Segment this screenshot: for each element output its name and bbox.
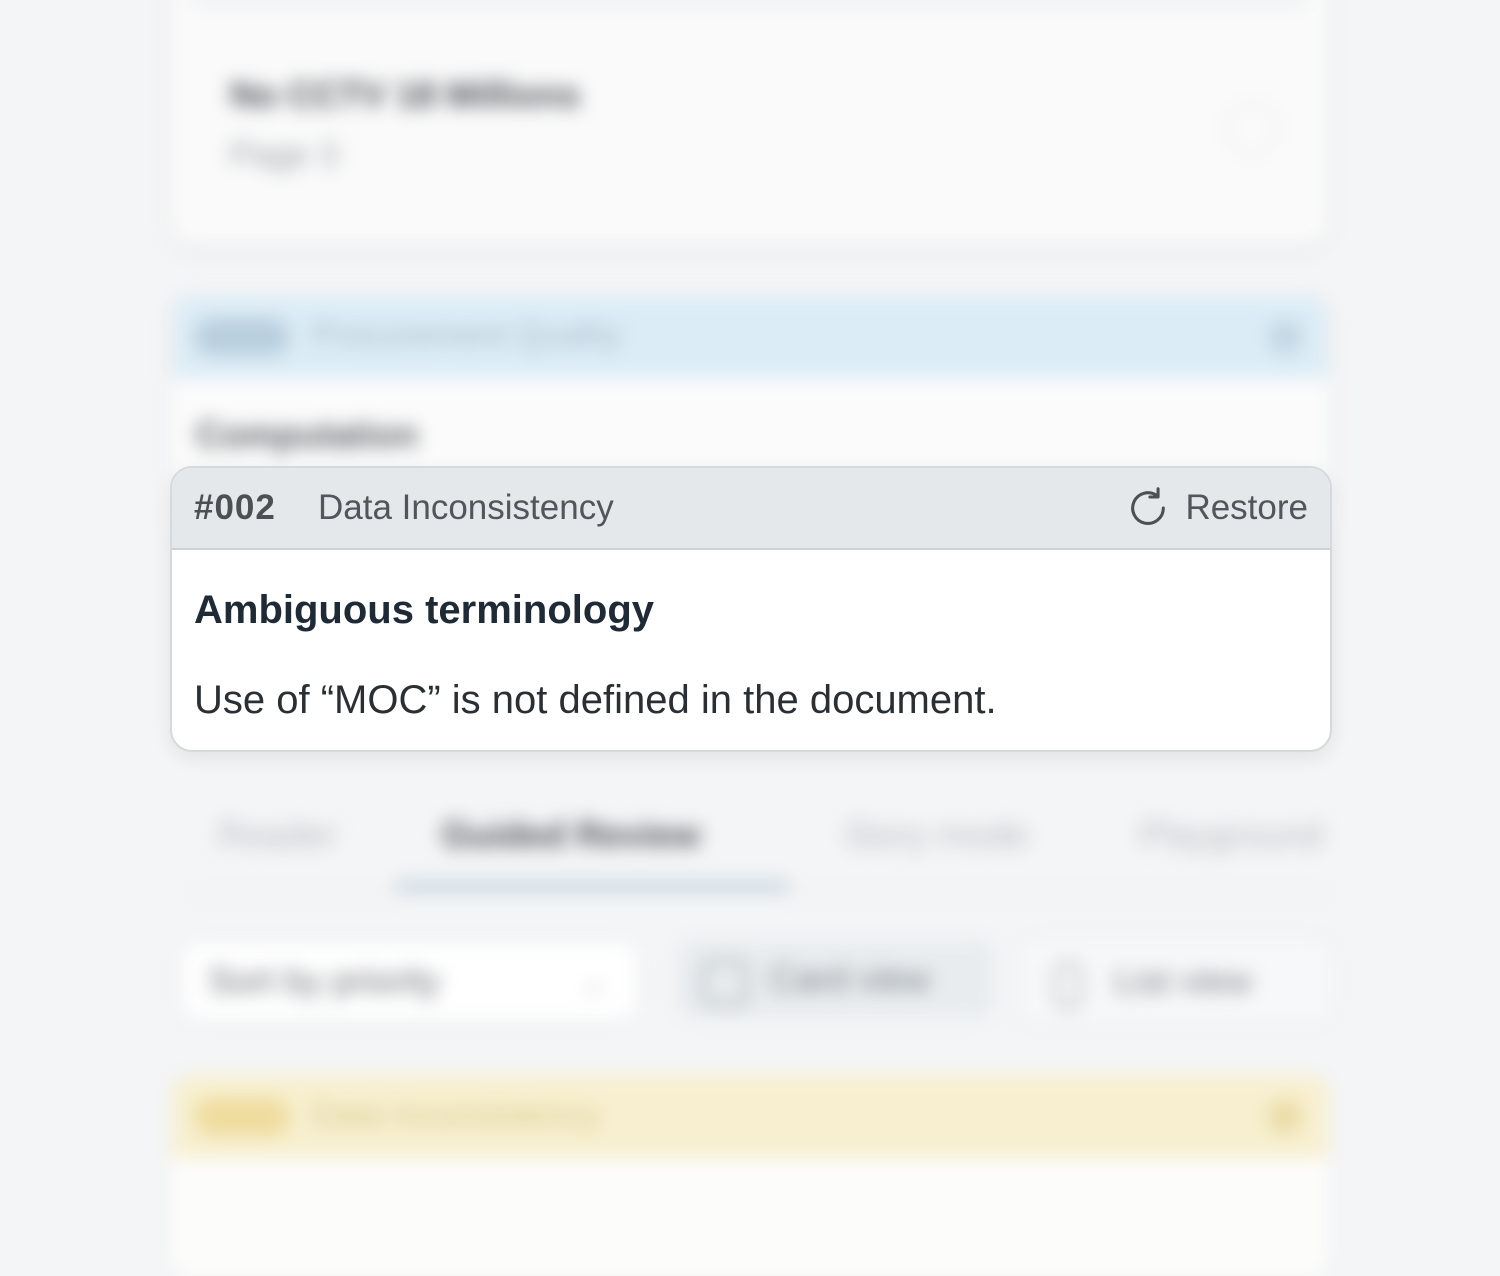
document-page: Page 3 [230,136,338,174]
tab-reader[interactable]: Reader [218,814,336,856]
tab-guided-review[interactable]: Guided Review [442,814,700,856]
restore-button[interactable]: Restore [1125,484,1308,532]
list-view-button[interactable]: List view [1020,940,1332,1022]
document-select-circle-icon[interactable] [1225,102,1279,156]
refresh-icon [1131,487,1166,525]
tab-playground[interactable]: Playground [1140,814,1322,856]
info-icon[interactable] [1268,320,1302,354]
issue-section-title: Computation [196,414,418,455]
document-title: No CCTV 18 Millions [230,74,581,115]
sort-select[interactable]: Sort by priority ⌄ [182,942,638,1020]
list-view-icon [1054,962,1082,1008]
card-view-button[interactable]: Card view [678,940,994,1018]
issue-card-header: #002 Data Inconsistency Restore [172,468,1330,550]
issue-id: #002 [194,488,276,527]
issue-description: Use of “MOC” is not defined in the docum… [194,678,997,722]
list-view-label: List view [1114,960,1253,1001]
issue-card-header: Procurement Quality [172,296,1328,378]
chevron-down-icon: ⌄ [582,967,606,998]
tab-story-mode[interactable]: Story mode [844,814,1028,856]
dismissed-issue-card: #002 Data Inconsistency Restore Ambiguou… [170,466,1332,752]
issue-category: Data Inconsistency [312,1096,600,1134]
document-card-strip [192,0,1308,6]
info-icon[interactable] [1268,1100,1302,1134]
restore-label: Restore [1185,488,1308,527]
priority-badge [194,318,290,356]
issue-category: Data Inconsistency [318,488,614,527]
card-view-label: Card view [770,958,931,999]
document-card[interactable] [172,0,1328,245]
tab-bar: Reader Guided Review Story mode Playgrou… [190,810,1330,896]
issue-title: Ambiguous terminology [194,588,654,632]
active-tab-indicator [395,882,790,890]
sort-select-value: Sort by priority [208,960,441,1001]
issue-card-data-inconsistency[interactable]: Data Inconsistency [172,1076,1328,1276]
card-view-icon [702,960,748,1006]
issue-category: Procurement Quality [312,316,622,354]
priority-badge [194,1098,290,1136]
issue-card-header: Data Inconsistency [172,1076,1328,1158]
